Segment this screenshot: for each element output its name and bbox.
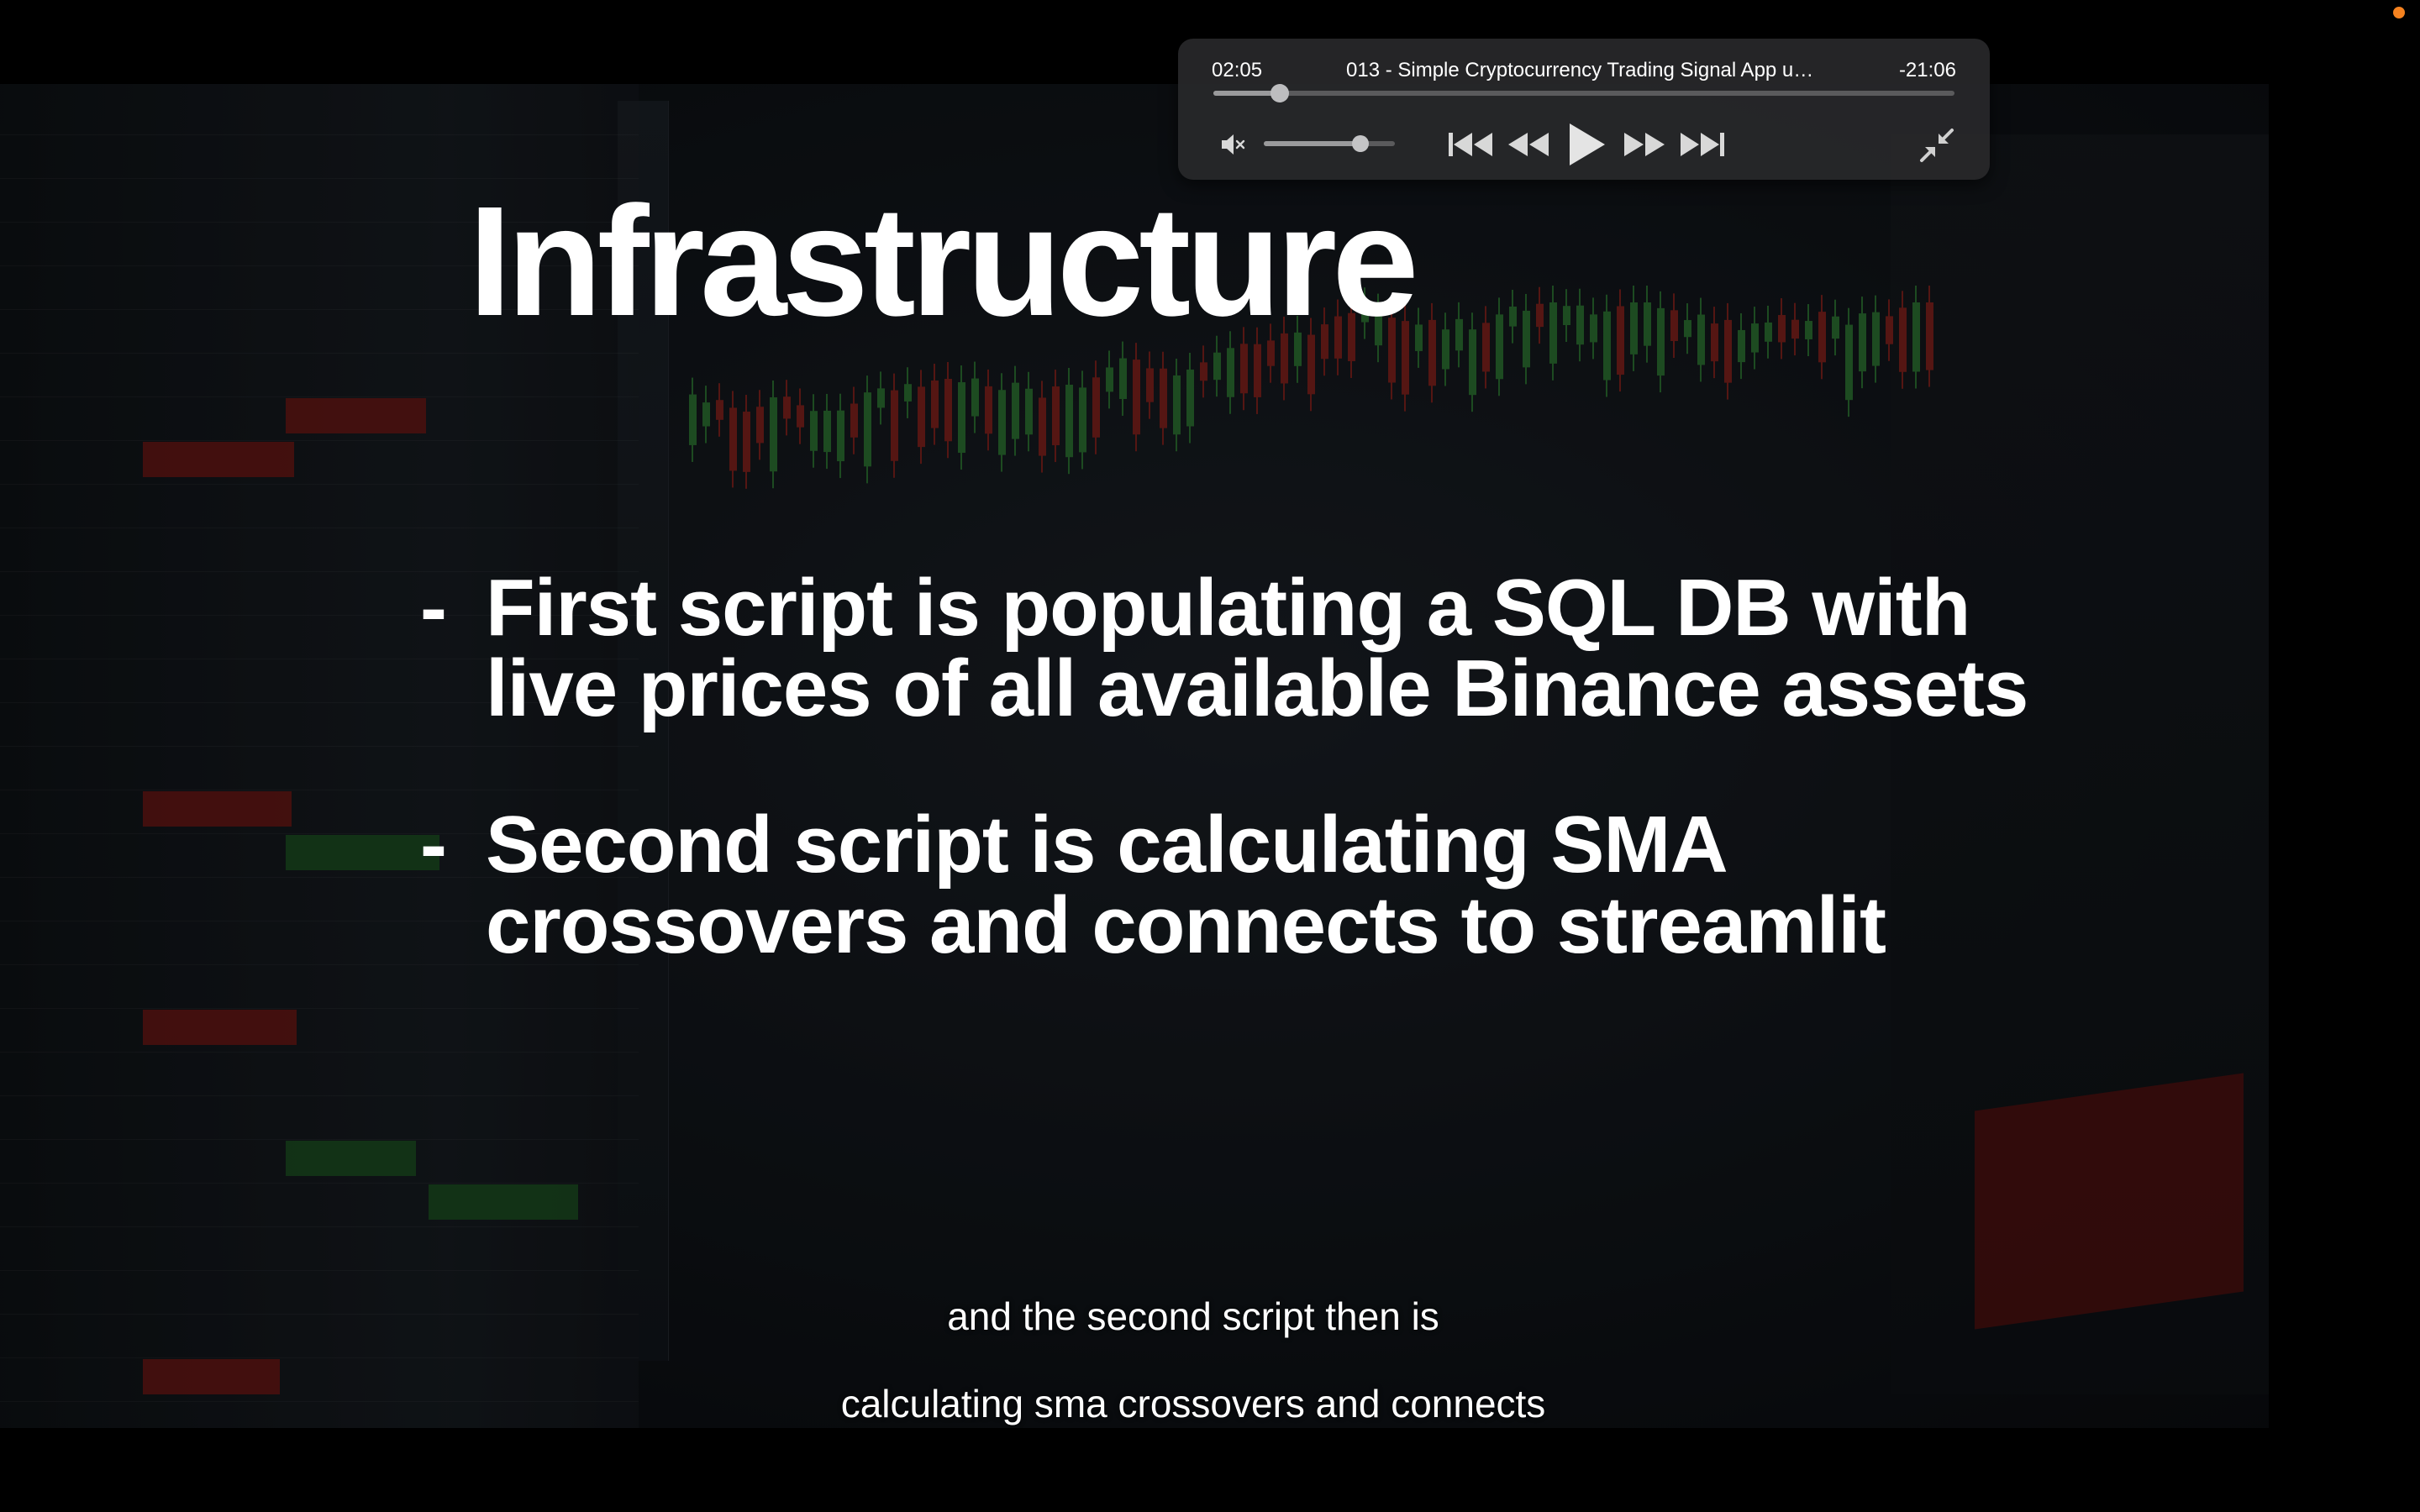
bullet-item: - Second script is calculating SMA cross… (420, 805, 2017, 966)
rewind-icon (1508, 133, 1549, 156)
volume-fill (1264, 141, 1361, 146)
bullet-line: live prices of all available Binance ass… (486, 643, 2028, 733)
volume-knob[interactable] (1352, 135, 1370, 152)
play-button[interactable] (1561, 121, 1612, 168)
speaker-muted-icon (1222, 134, 1245, 155)
skip-to-end-icon (1681, 133, 1724, 156)
progress-knob[interactable] (1270, 84, 1290, 102)
exit-pip-button[interactable] (1916, 124, 1958, 166)
progress-scrubber[interactable] (1213, 84, 1954, 102)
bullet-dash: - (420, 563, 447, 653)
skip-forward-button[interactable] (1677, 126, 1726, 163)
slide-title: Infrastructure (0, 172, 2420, 351)
pip-player-controls: 02:05 013 - Simple Cryptocurrency Tradin… (1178, 39, 1990, 180)
skip-back-button[interactable] (1447, 126, 1496, 163)
remaining-time: -21:06 (1898, 59, 1956, 81)
exit-picture-in-picture-icon (1920, 129, 1954, 162)
rewind-button[interactable] (1504, 126, 1553, 163)
fast-forward-button[interactable] (1620, 126, 1669, 163)
bullet-line: First script is populating a SQL DB with (486, 563, 1970, 653)
skip-to-start-icon (1449, 133, 1492, 156)
video-title: 013 - Simple Cryptocurrency Trading Sign… (1346, 59, 1817, 81)
slide-title-text: Infrastructure (468, 175, 1418, 349)
volume-slider[interactable] (1264, 135, 1395, 152)
notification-dot (2393, 7, 2405, 18)
subtitle-line: and the second script then is (947, 1294, 1439, 1338)
bullet-line: crossovers and connects to streamlit (486, 880, 1886, 970)
mute-button[interactable] (1215, 128, 1252, 161)
subtitle-line: calculating sma crossovers and connects (840, 1382, 1546, 1425)
play-icon (1570, 123, 1605, 165)
bullet-line: Second script is calculating SMA (486, 800, 1728, 890)
fast-forward-icon (1624, 133, 1665, 156)
elapsed-time: 02:05 (1212, 59, 1263, 81)
bullet-dash: - (420, 800, 447, 890)
video-stage: Infrastructure - First script is populat… (0, 0, 2420, 1512)
bullet-item: - First script is populating a SQL DB wi… (420, 563, 2028, 733)
